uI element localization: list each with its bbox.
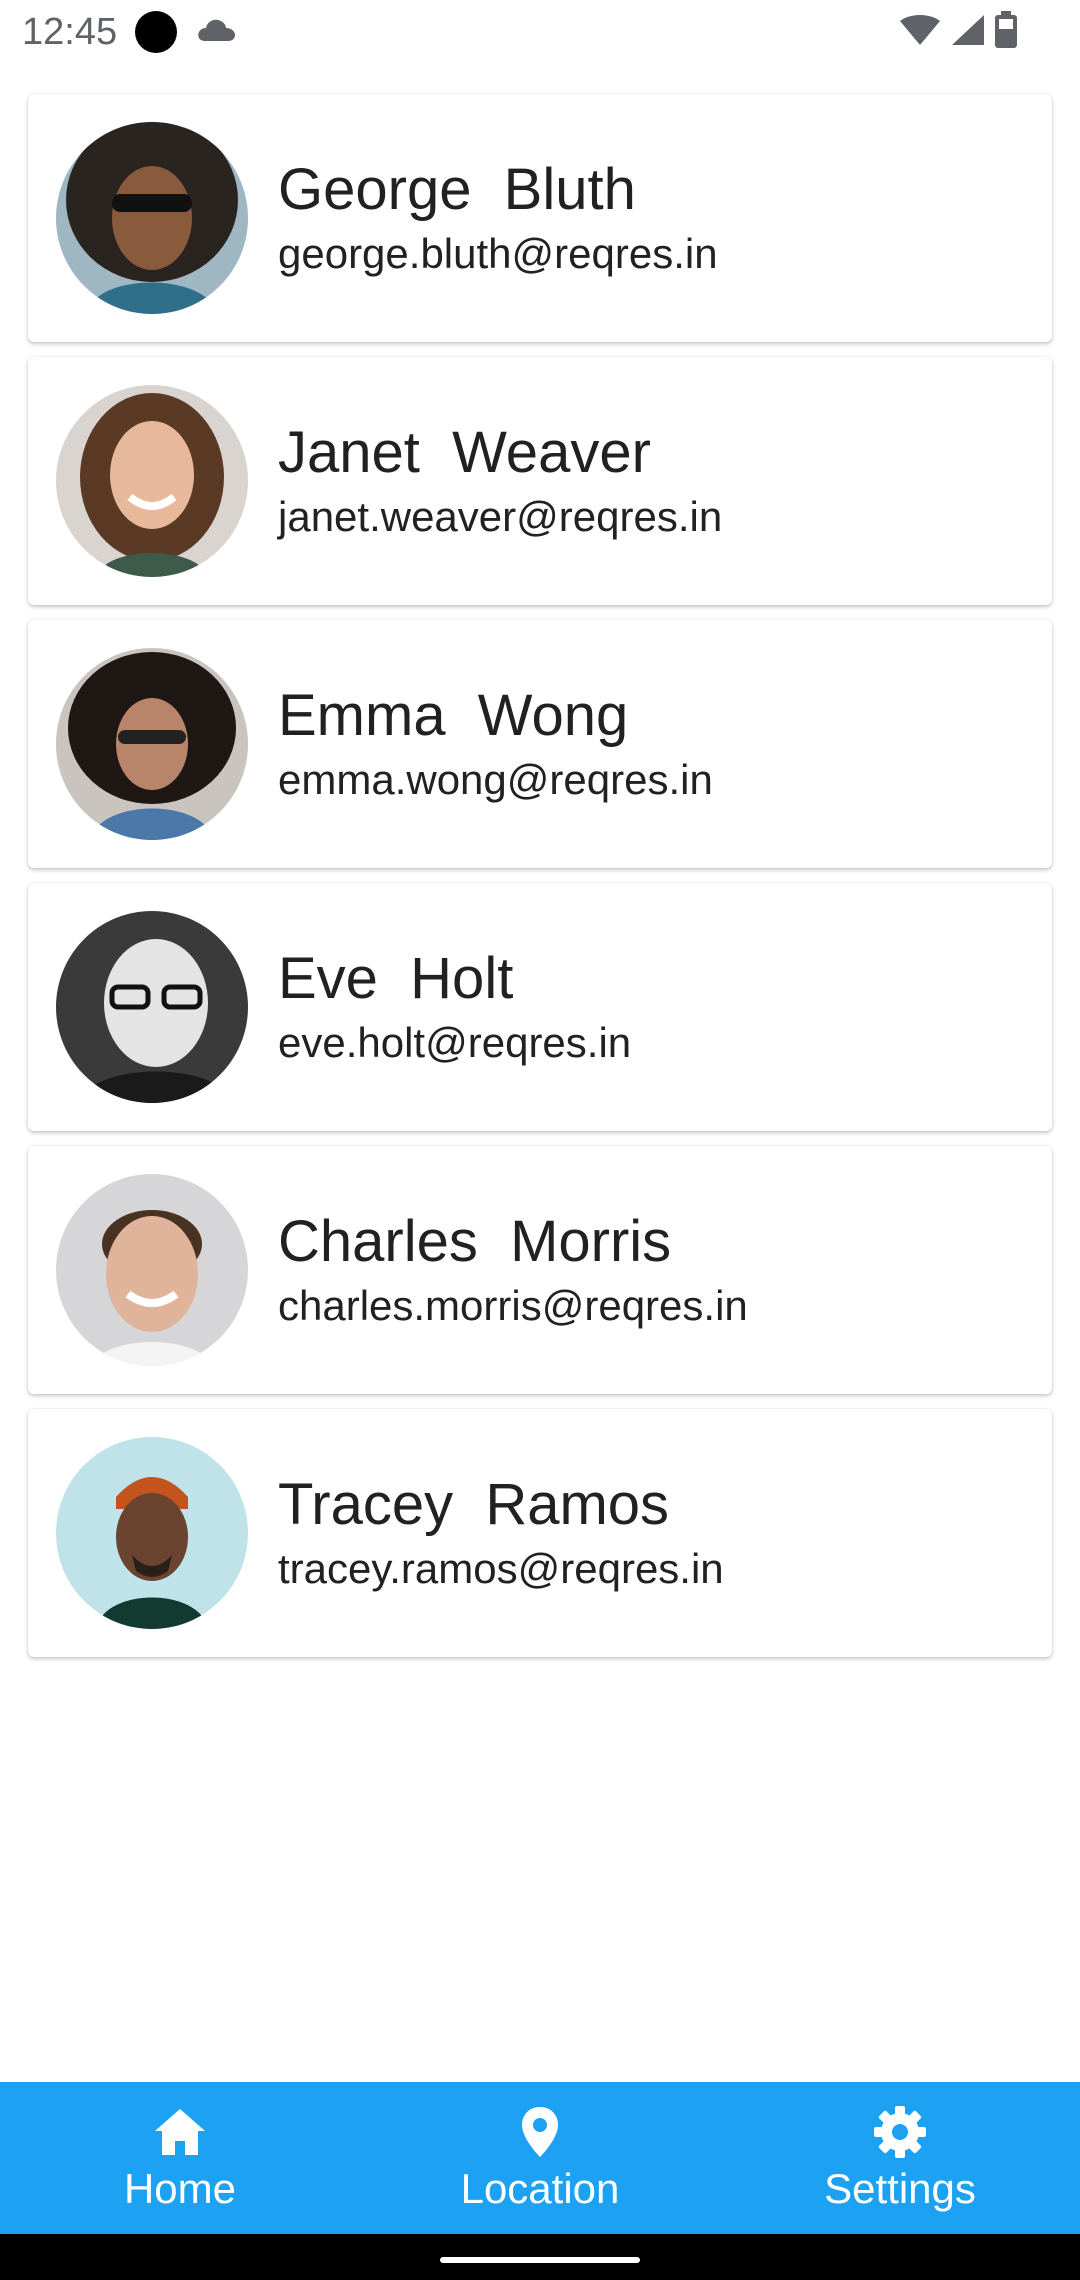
user-card[interactable]: Charles Morris charles.morris@reqres.in — [28, 1146, 1052, 1394]
nav-label-home: Home — [123, 2165, 237, 2212]
avatar — [56, 1437, 248, 1629]
avatar — [56, 385, 248, 577]
bottom-navigation: Home Location Settings — [0, 2082, 1080, 2234]
cloud-icon — [195, 15, 237, 50]
avatar — [56, 1174, 248, 1366]
user-card[interactable]: George Bluth george.bluth@reqres.in — [28, 94, 1052, 342]
wifi-icon — [898, 13, 942, 52]
avatar — [56, 648, 248, 840]
status-bar: 12:45 — [0, 0, 1080, 64]
cellular-signal-icon — [950, 13, 986, 52]
user-text: Tracey Ramos tracey.ramos@reqres.in — [278, 1473, 724, 1595]
user-text: George Bluth george.bluth@reqres.in — [278, 158, 718, 280]
user-email: tracey.ramos@reqres.in — [278, 1545, 724, 1592]
user-email: eve.holt@reqres.in — [278, 1019, 632, 1066]
nav-item-location[interactable]: Location — [360, 2082, 720, 2234]
user-name: Emma Wong — [278, 683, 629, 748]
user-email: emma.wong@reqres.in — [278, 756, 713, 803]
user-card[interactable]: Emma Wong emma.wong@reqres.in — [28, 620, 1052, 868]
user-card[interactable]: Tracey Ramos tracey.ramos@reqres.in — [28, 1409, 1052, 1657]
nav-label-settings: Settings — [824, 2165, 976, 2212]
home-icon — [155, 2109, 205, 2155]
location-pin-icon — [522, 2107, 558, 2157]
user-name: Tracey Ramos — [278, 1472, 670, 1537]
user-name: Eve Holt — [278, 946, 514, 1011]
user-email: janet.weaver@reqres.in — [278, 493, 723, 540]
notification-dot-icon — [135, 11, 178, 53]
gesture-handle[interactable] — [440, 2257, 640, 2263]
user-text: Eve Holt eve.holt@reqres.in — [278, 947, 631, 1069]
user-name: Charles Morris — [278, 1209, 672, 1274]
user-text: Janet Weaver janet.weaver@reqres.in — [278, 421, 722, 543]
user-card[interactable]: Janet Weaver janet.weaver@reqres.in — [28, 357, 1052, 605]
user-text: Emma Wong emma.wong@reqres.in — [278, 684, 713, 806]
user-text: Charles Morris charles.morris@reqres.in — [278, 1210, 748, 1332]
status-icons — [898, 10, 1058, 54]
app-root: 12:45 George Bluth george.bluth@reqres.i… — [0, 0, 1080, 2280]
user-card[interactable]: Eve Holt eve.holt@reqres.in — [28, 883, 1052, 1131]
avatar — [56, 122, 248, 314]
user-email: charles.morris@reqres.in — [278, 1282, 748, 1329]
nav-label-location: Location — [460, 2165, 620, 2212]
gear-icon — [874, 2106, 926, 2158]
nav-item-home[interactable]: Home — [0, 2082, 360, 2234]
user-name: George Bluth — [278, 157, 636, 222]
battery-icon — [994, 10, 1018, 54]
user-email: george.bluth@reqres.in — [278, 230, 718, 277]
status-time: 12:45 — [22, 10, 118, 53]
system-gesture-bar — [0, 2234, 1080, 2280]
user-name: Janet Weaver — [278, 420, 651, 485]
user-list: George Bluth george.bluth@reqres.in Jane… — [28, 94, 1052, 1672]
avatar — [56, 911, 248, 1103]
nav-item-settings[interactable]: Settings — [720, 2082, 1080, 2234]
